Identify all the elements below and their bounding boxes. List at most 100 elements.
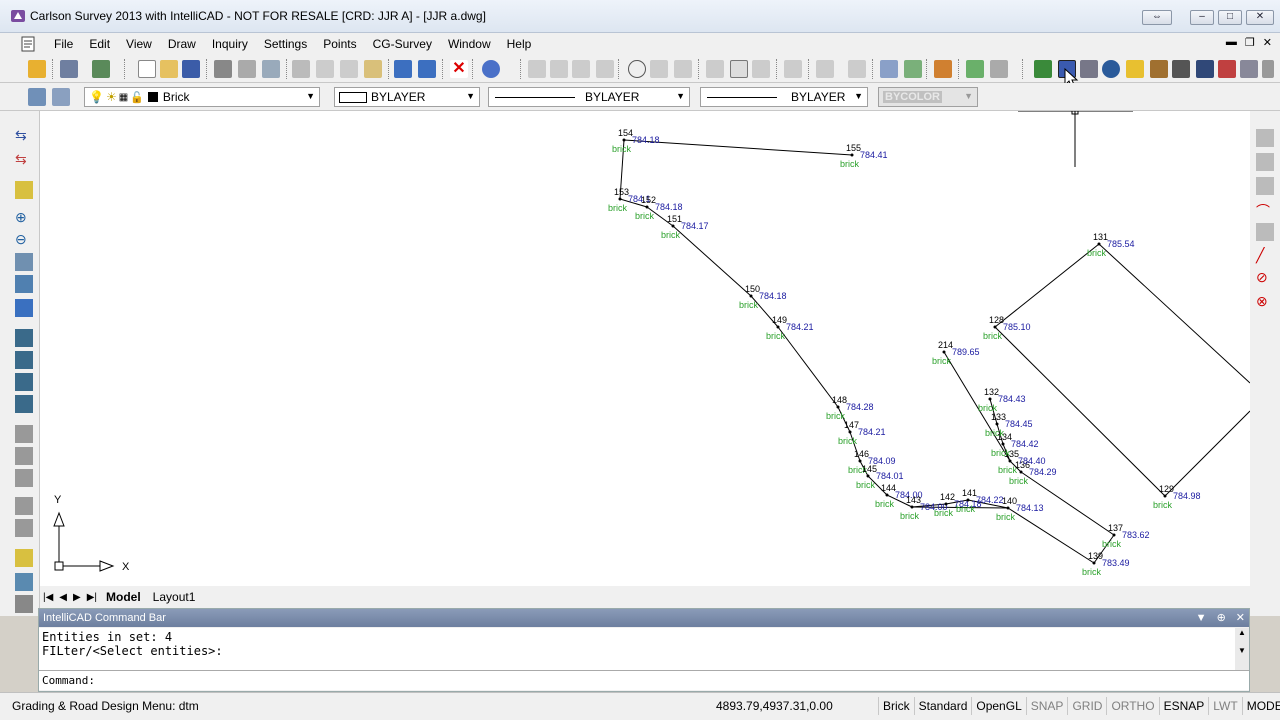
point-marker[interactable] (1008, 459, 1012, 463)
zoom-window-left-icon[interactable] (15, 253, 33, 271)
close-button[interactable]: ✕ (1246, 10, 1274, 25)
scale-icon[interactable] (596, 60, 614, 78)
point-marker[interactable] (1112, 533, 1116, 537)
point-marker[interactable] (836, 405, 840, 409)
print-icon[interactable] (214, 60, 232, 78)
doc-restore-button[interactable]: ❐ (1245, 36, 1255, 49)
monitor-icon[interactable] (1196, 60, 1214, 78)
app-icon[interactable] (10, 8, 26, 24)
survey-point[interactable]: 154784.18brick (612, 128, 660, 154)
export-icon[interactable] (92, 60, 110, 78)
plotstyle-dropdown[interactable]: BYCOLOR ▼ (878, 87, 978, 107)
copy-clip-icon[interactable] (528, 60, 546, 78)
boundary-segment[interactable] (1007, 507, 1095, 564)
last-tab-button[interactable]: ▶| (84, 592, 100, 603)
command-input[interactable]: Command: (39, 670, 1249, 690)
point-marker[interactable] (858, 459, 862, 463)
line-icon[interactable] (848, 60, 866, 78)
open-file-icon[interactable] (160, 60, 178, 78)
orbit-icon[interactable] (15, 425, 33, 443)
status-model[interactable]: MODEL (1241, 697, 1280, 715)
boundary-segment[interactable] (994, 243, 1100, 328)
survey-point[interactable]: 137783.62brick (1102, 523, 1150, 549)
status-text-style[interactable]: Standard (913, 697, 972, 715)
draw-polyline-icon[interactable] (1256, 153, 1274, 171)
command-bar-menu-icon[interactable]: ▼ (1196, 609, 1207, 627)
toolbox-icon[interactable] (1150, 60, 1168, 78)
menu-inquiry[interactable]: Inquiry (204, 37, 256, 51)
help-icon[interactable] (482, 60, 500, 78)
erase-icon[interactable]: ⊗ (1256, 293, 1274, 311)
rectangle-icon[interactable] (730, 60, 748, 78)
save-icon[interactable] (182, 60, 200, 78)
survey-point[interactable]: 131785.54brick (1087, 232, 1135, 258)
survey-point[interactable]: 155784.41brick (840, 143, 888, 169)
cut-icon[interactable] (292, 60, 310, 78)
pencil-icon[interactable] (28, 60, 46, 78)
survey-point[interactable]: 129784.98brick (1153, 484, 1201, 510)
paste-icon[interactable] (340, 60, 358, 78)
point-marker[interactable] (848, 430, 852, 434)
boundary-segment[interactable] (943, 351, 1011, 462)
shade-icon[interactable] (15, 469, 33, 487)
match-properties-icon[interactable] (364, 60, 382, 78)
mirror-icon[interactable] (650, 60, 668, 78)
survey-point[interactable]: 147784.21brick (838, 420, 886, 446)
command-bar-pin-icon[interactable]: ⊕ (1217, 609, 1226, 627)
survey-point[interactable]: 145784.01brick (856, 464, 904, 490)
named-views-icon[interactable] (15, 549, 33, 567)
zoom-icon[interactable] (1080, 60, 1098, 78)
frame-icon[interactable] (966, 60, 984, 78)
draw-curve-icon[interactable] (1256, 177, 1274, 195)
point-marker[interactable] (1163, 494, 1167, 498)
film-icon[interactable] (1172, 60, 1190, 78)
maximize-button[interactable]: □ (1218, 10, 1242, 25)
point-marker[interactable] (1097, 242, 1101, 246)
point-marker[interactable] (942, 350, 946, 354)
point-marker[interactable] (776, 325, 780, 329)
menu-help[interactable]: Help (499, 37, 540, 51)
survey-point[interactable]: 148784.28brick (826, 395, 874, 421)
switch-window-icon[interactable]: ⇔ (1142, 10, 1172, 25)
command-bar-close-icon[interactable]: ✕ (1236, 609, 1245, 627)
menu-view[interactable]: View (118, 37, 160, 51)
pan-right-icon[interactable]: ⇆ (15, 151, 33, 169)
point-marker[interactable] (1001, 442, 1005, 446)
status-esnap[interactable]: ESNAP (1158, 697, 1209, 715)
menu-file[interactable]: File (46, 37, 81, 51)
point-marker[interactable] (749, 294, 753, 298)
layer-dropdown[interactable]: 💡 ☀ ▦ 🔓 Brick ▼ (84, 87, 320, 107)
boundary-segment[interactable] (672, 225, 752, 297)
extend-icon[interactable] (752, 60, 770, 78)
copy-icon[interactable] (316, 60, 334, 78)
menu-window[interactable]: Window (440, 37, 499, 51)
command-history[interactable]: Entities in set: 4 FILter/<Select entiti… (39, 628, 1235, 676)
point-marker[interactable] (995, 422, 999, 426)
print-device-icon[interactable] (60, 60, 78, 78)
point-marker[interactable] (988, 397, 992, 401)
status-layer[interactable]: Brick (878, 697, 914, 715)
survey-point[interactable]: 139783.49brick (1082, 551, 1130, 577)
table-icon[interactable] (15, 573, 33, 591)
toolbar-overflow-icon[interactable] (1262, 60, 1274, 78)
minimize-button[interactable]: – (1190, 10, 1214, 25)
point-marker[interactable] (885, 493, 889, 497)
point-marker[interactable] (622, 138, 626, 142)
linetype-dropdown[interactable]: BYLAYER ▼ (488, 87, 690, 107)
survey-point[interactable]: 128785.10brick (983, 315, 1031, 341)
survey-point[interactable]: 150784.18brick (739, 284, 787, 310)
edit-point-icon[interactable] (15, 181, 33, 199)
survey-point[interactable]: 140784.13brick (996, 496, 1044, 522)
boundary-segment[interactable] (1098, 243, 1250, 384)
boundary-segment[interactable] (777, 326, 839, 408)
undo-icon[interactable] (394, 60, 412, 78)
layer-previous-icon[interactable] (52, 88, 70, 106)
cloud-icon[interactable] (1126, 60, 1144, 78)
command-history-scrollbar[interactable]: ▲ ▼ (1235, 628, 1249, 676)
chart-icon[interactable] (816, 60, 834, 78)
view-side-icon[interactable] (15, 373, 33, 391)
document-icon[interactable] (20, 36, 36, 52)
zoom-previous-icon[interactable] (15, 299, 33, 317)
point-marker[interactable] (1006, 506, 1010, 510)
boundary-segment[interactable] (1164, 410, 1250, 497)
